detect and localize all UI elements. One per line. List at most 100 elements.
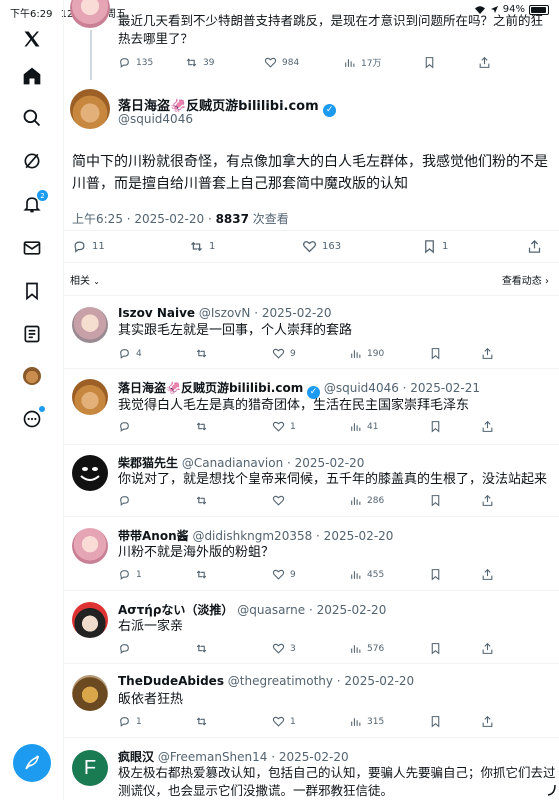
share-button[interactable]: [481, 347, 494, 360]
retweet-count: 1: [209, 241, 216, 252]
retweet-button[interactable]: [195, 568, 272, 581]
reply-button[interactable]: 11: [72, 239, 189, 254]
share-button[interactable]: [481, 494, 494, 507]
views-button[interactable]: 41: [349, 420, 429, 433]
divider: [64, 444, 559, 445]
bookmark-icon: [431, 421, 440, 433]
bookmark-button[interactable]: [429, 568, 481, 581]
reply-actions: 3 576: [118, 642, 494, 655]
views-button[interactable]: 17万: [343, 56, 423, 69]
bookmark-button[interactable]: [423, 56, 478, 69]
parent-tweet-avatar[interactable]: [70, 0, 110, 28]
share-button[interactable]: [481, 420, 494, 433]
like-button[interactable]: 984: [264, 56, 343, 69]
like-button[interactable]: 1: [272, 420, 349, 433]
share-button[interactable]: [481, 568, 494, 581]
search-icon[interactable]: [20, 106, 44, 130]
views-count: 455: [367, 569, 385, 580]
reply-author[interactable]: Αστήρない（淡推） @quasarne · 2025-02-20: [118, 601, 386, 618]
reply-author[interactable]: 疯眼汉 @FreemanShen14 · 2025-02-20: [118, 748, 349, 765]
author-handle[interactable]: @squid4046: [118, 112, 193, 126]
reply-author[interactable]: 带带Anon酱 @didishkngm20358 · 2025-02-20: [118, 527, 393, 544]
views-button[interactable]: 315: [349, 715, 429, 728]
retweet-button[interactable]: [195, 715, 272, 728]
reply-button[interactable]: 1: [118, 715, 195, 728]
retweet-button[interactable]: [195, 642, 272, 655]
notifications-bell-icon[interactable]: 2: [20, 190, 48, 216]
lists-icon[interactable]: [20, 322, 44, 346]
reply-button[interactable]: [118, 420, 195, 433]
like-button[interactable]: 3: [272, 642, 349, 655]
reply-avatar[interactable]: F: [72, 750, 108, 786]
views-bar-chart-icon: [351, 718, 361, 726]
reply-author[interactable]: Iszov Naive @IszovN · 2025-02-20: [118, 306, 332, 320]
share-button[interactable]: [481, 715, 494, 728]
views-label: 次查看: [248, 212, 289, 226]
reply-avatar[interactable]: [72, 528, 108, 564]
view-activity-link[interactable]: 查看动态 ›: [502, 272, 549, 287]
x-logo-icon[interactable]: [20, 27, 44, 51]
views-button[interactable]: 576: [349, 642, 429, 655]
sort-replies-dropdown[interactable]: 相关 ⌄: [70, 272, 100, 287]
share-button[interactable]: [527, 239, 542, 254]
messages-mail-icon[interactable]: [20, 236, 44, 260]
views-button[interactable]: 455: [349, 568, 429, 581]
share-button[interactable]: [481, 642, 494, 655]
reply-button[interactable]: [118, 642, 195, 655]
more-options-icon[interactable]: [20, 406, 45, 431]
views-button[interactable]: 190: [349, 347, 429, 360]
reply-text: 川粉不就是海外版的粉蛆？: [118, 545, 275, 560]
home-icon[interactable]: [20, 64, 44, 88]
retweet-button[interactable]: [195, 420, 272, 433]
reply-button[interactable]: 4: [118, 347, 195, 360]
like-button[interactable]: 163: [302, 239, 422, 254]
bookmark-button[interactable]: [429, 715, 481, 728]
reply-button[interactable]: 1: [118, 568, 195, 581]
retweet-button[interactable]: [195, 347, 272, 360]
views-button[interactable]: 286: [349, 494, 429, 507]
reply-avatar[interactable]: [72, 675, 108, 711]
reply-author[interactable]: TheDudeAbides @thegreatimothy · 2025-02-…: [118, 674, 414, 688]
reply-text: 皈依者狂热: [118, 692, 184, 707]
views-bar-chart-icon: [351, 571, 361, 579]
bookmarks-icon[interactable]: [20, 279, 44, 303]
bookmark-button[interactable]: [429, 494, 481, 507]
retweet-button[interactable]: 39: [185, 56, 264, 69]
reply-avatar[interactable]: [72, 307, 108, 343]
like-button[interactable]: 9: [272, 568, 349, 581]
share-button[interactable]: [478, 56, 491, 69]
focused-tweet-avatar[interactable]: [70, 89, 110, 129]
reply-button[interactable]: [118, 494, 195, 507]
bookmark-icon: [431, 569, 440, 581]
compose-button[interactable]: [13, 744, 51, 782]
retweet-icon: [196, 717, 207, 726]
bookmark-button[interactable]: 1: [422, 239, 527, 254]
grok-icon[interactable]: [20, 149, 44, 173]
retweet-button[interactable]: 1: [189, 239, 302, 254]
like-count: 9: [290, 569, 296, 580]
bookmark-button[interactable]: [429, 642, 481, 655]
reply-avatar[interactable]: [72, 602, 108, 638]
profile-avatar[interactable]: [23, 367, 41, 385]
parent-tweet-actions: 135 39 984 17万: [118, 56, 491, 69]
views-bar-chart-icon: [351, 350, 361, 358]
reply-avatar[interactable]: [72, 455, 108, 491]
reply-author[interactable]: 落日海盗🦑反贼页游bililibi.com ✓ @squid4046 · 202…: [118, 379, 480, 399]
reply-button[interactable]: 135: [118, 56, 185, 69]
reply-handle-date: @IszovN · 2025-02-20: [195, 306, 332, 320]
retweet-button[interactable]: [195, 494, 272, 507]
bookmark-button[interactable]: [429, 420, 481, 433]
reply-handle-date: @FreemanShen14 · 2025-02-20: [154, 750, 349, 764]
like-count: 3: [290, 643, 296, 654]
like-button[interactable]: [272, 494, 349, 507]
reply-handle-date: @didishkngm20358 · 2025-02-20: [188, 529, 394, 543]
reply-author[interactable]: 柴郡猫先生 @Canadianavion · 2025-02-20: [118, 454, 364, 471]
views-total: 8837: [215, 212, 249, 226]
tweet-timestamp[interactable]: 上午6:25 · 2025-02-20 · 8837 次查看: [72, 210, 289, 227]
divider: [64, 295, 559, 296]
reply-avatar[interactable]: [72, 379, 108, 415]
bookmark-button[interactable]: [429, 347, 481, 360]
like-button[interactable]: 9: [272, 347, 349, 360]
like-button[interactable]: 1: [272, 715, 349, 728]
views-bar-chart-icon: [345, 59, 355, 67]
